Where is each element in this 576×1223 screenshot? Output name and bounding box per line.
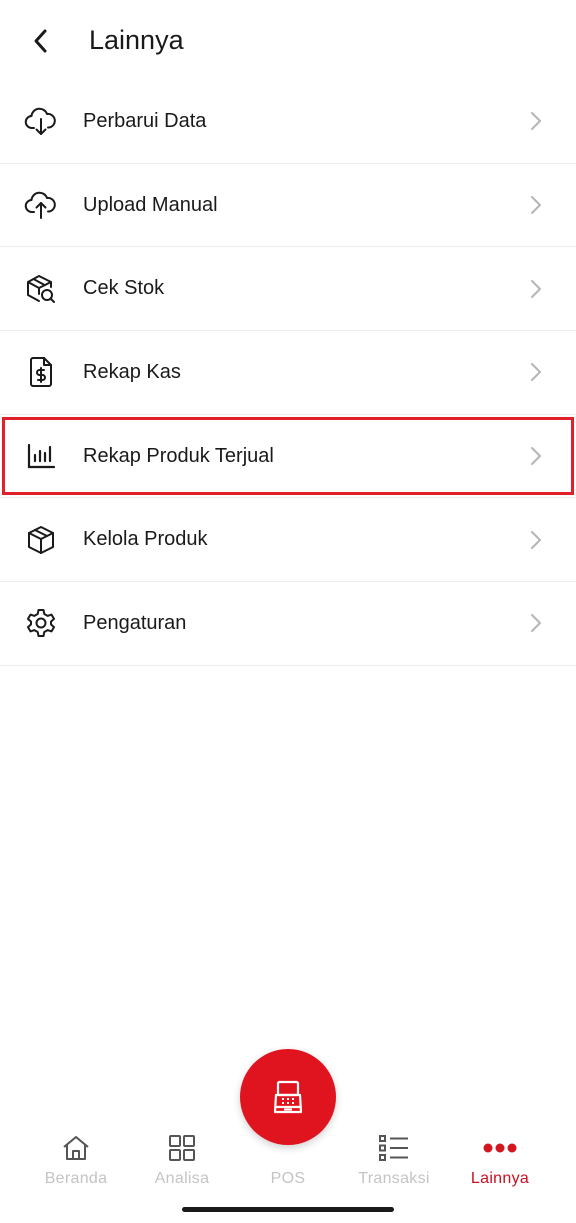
- chevron-right-icon: [531, 447, 541, 466]
- cloud-download-icon: [24, 104, 58, 138]
- menu-item-pengaturan[interactable]: Pengaturan: [0, 582, 576, 666]
- menu-item-upload-manual[interactable]: Upload Manual: [0, 164, 576, 248]
- chevron-right-icon: [531, 363, 541, 382]
- nav-label: POS: [270, 1170, 306, 1187]
- nav-label: Analisa: [154, 1170, 210, 1187]
- nav-transaksi[interactable]: Transaksi: [346, 1130, 442, 1188]
- menu-item-label: Rekap Produk Terjual: [83, 444, 274, 467]
- list-icon: [346, 1130, 442, 1166]
- box-icon: [24, 523, 58, 557]
- pos-button[interactable]: [240, 1049, 336, 1145]
- menu-item-label: Upload Manual: [83, 193, 218, 216]
- gear-icon: [24, 606, 58, 640]
- menu-list: Perbarui Data Upload Manual Cek Stok Rek…: [0, 80, 576, 666]
- nav-label: Transaksi: [358, 1170, 430, 1187]
- menu-item-perbarui-data[interactable]: Perbarui Data: [0, 80, 576, 164]
- menu-item-label: Perbarui Data: [83, 109, 207, 132]
- home-indicator: [182, 1207, 394, 1212]
- back-button[interactable]: [22, 22, 60, 60]
- header: Lainnya: [0, 0, 576, 80]
- grid-icon: [134, 1130, 230, 1166]
- home-icon: [28, 1130, 124, 1166]
- chevron-right-icon: [531, 112, 541, 131]
- nav-beranda[interactable]: Beranda: [28, 1130, 124, 1188]
- chevron-right-icon: [531, 196, 541, 215]
- chevron-left-icon: [34, 29, 47, 53]
- dollar-document-icon: [24, 355, 58, 389]
- menu-item-kelola-produk[interactable]: Kelola Produk: [0, 498, 576, 583]
- menu-item-label: Rekap Kas: [83, 360, 181, 383]
- menu-item-label: Kelola Produk: [83, 528, 208, 551]
- menu-item-cek-stok[interactable]: Cek Stok: [0, 247, 576, 332]
- chevron-right-icon: [531, 614, 541, 633]
- menu-item-rekap-produk-terjual[interactable]: Rekap Produk Terjual: [0, 415, 576, 499]
- more-dots-icon: [452, 1130, 548, 1166]
- nav-analisa[interactable]: Analisa: [134, 1130, 230, 1188]
- cloud-upload-icon: [24, 188, 58, 222]
- nav-lainnya[interactable]: Lainnya: [452, 1130, 548, 1188]
- nav-label: Lainnya: [470, 1170, 530, 1187]
- menu-item-label: Cek Stok: [83, 277, 165, 300]
- bar-chart-icon: [24, 439, 58, 473]
- chevron-right-icon: [531, 530, 541, 549]
- menu-item-rekap-kas[interactable]: Rekap Kas: [0, 331, 576, 415]
- nav-label: Beranda: [44, 1170, 108, 1187]
- page-title: Lainnya: [89, 25, 184, 55]
- box-search-icon: [24, 272, 58, 306]
- cash-register-icon: [273, 1080, 303, 1114]
- menu-item-label: Pengaturan: [83, 611, 187, 634]
- chevron-right-icon: [531, 279, 541, 298]
